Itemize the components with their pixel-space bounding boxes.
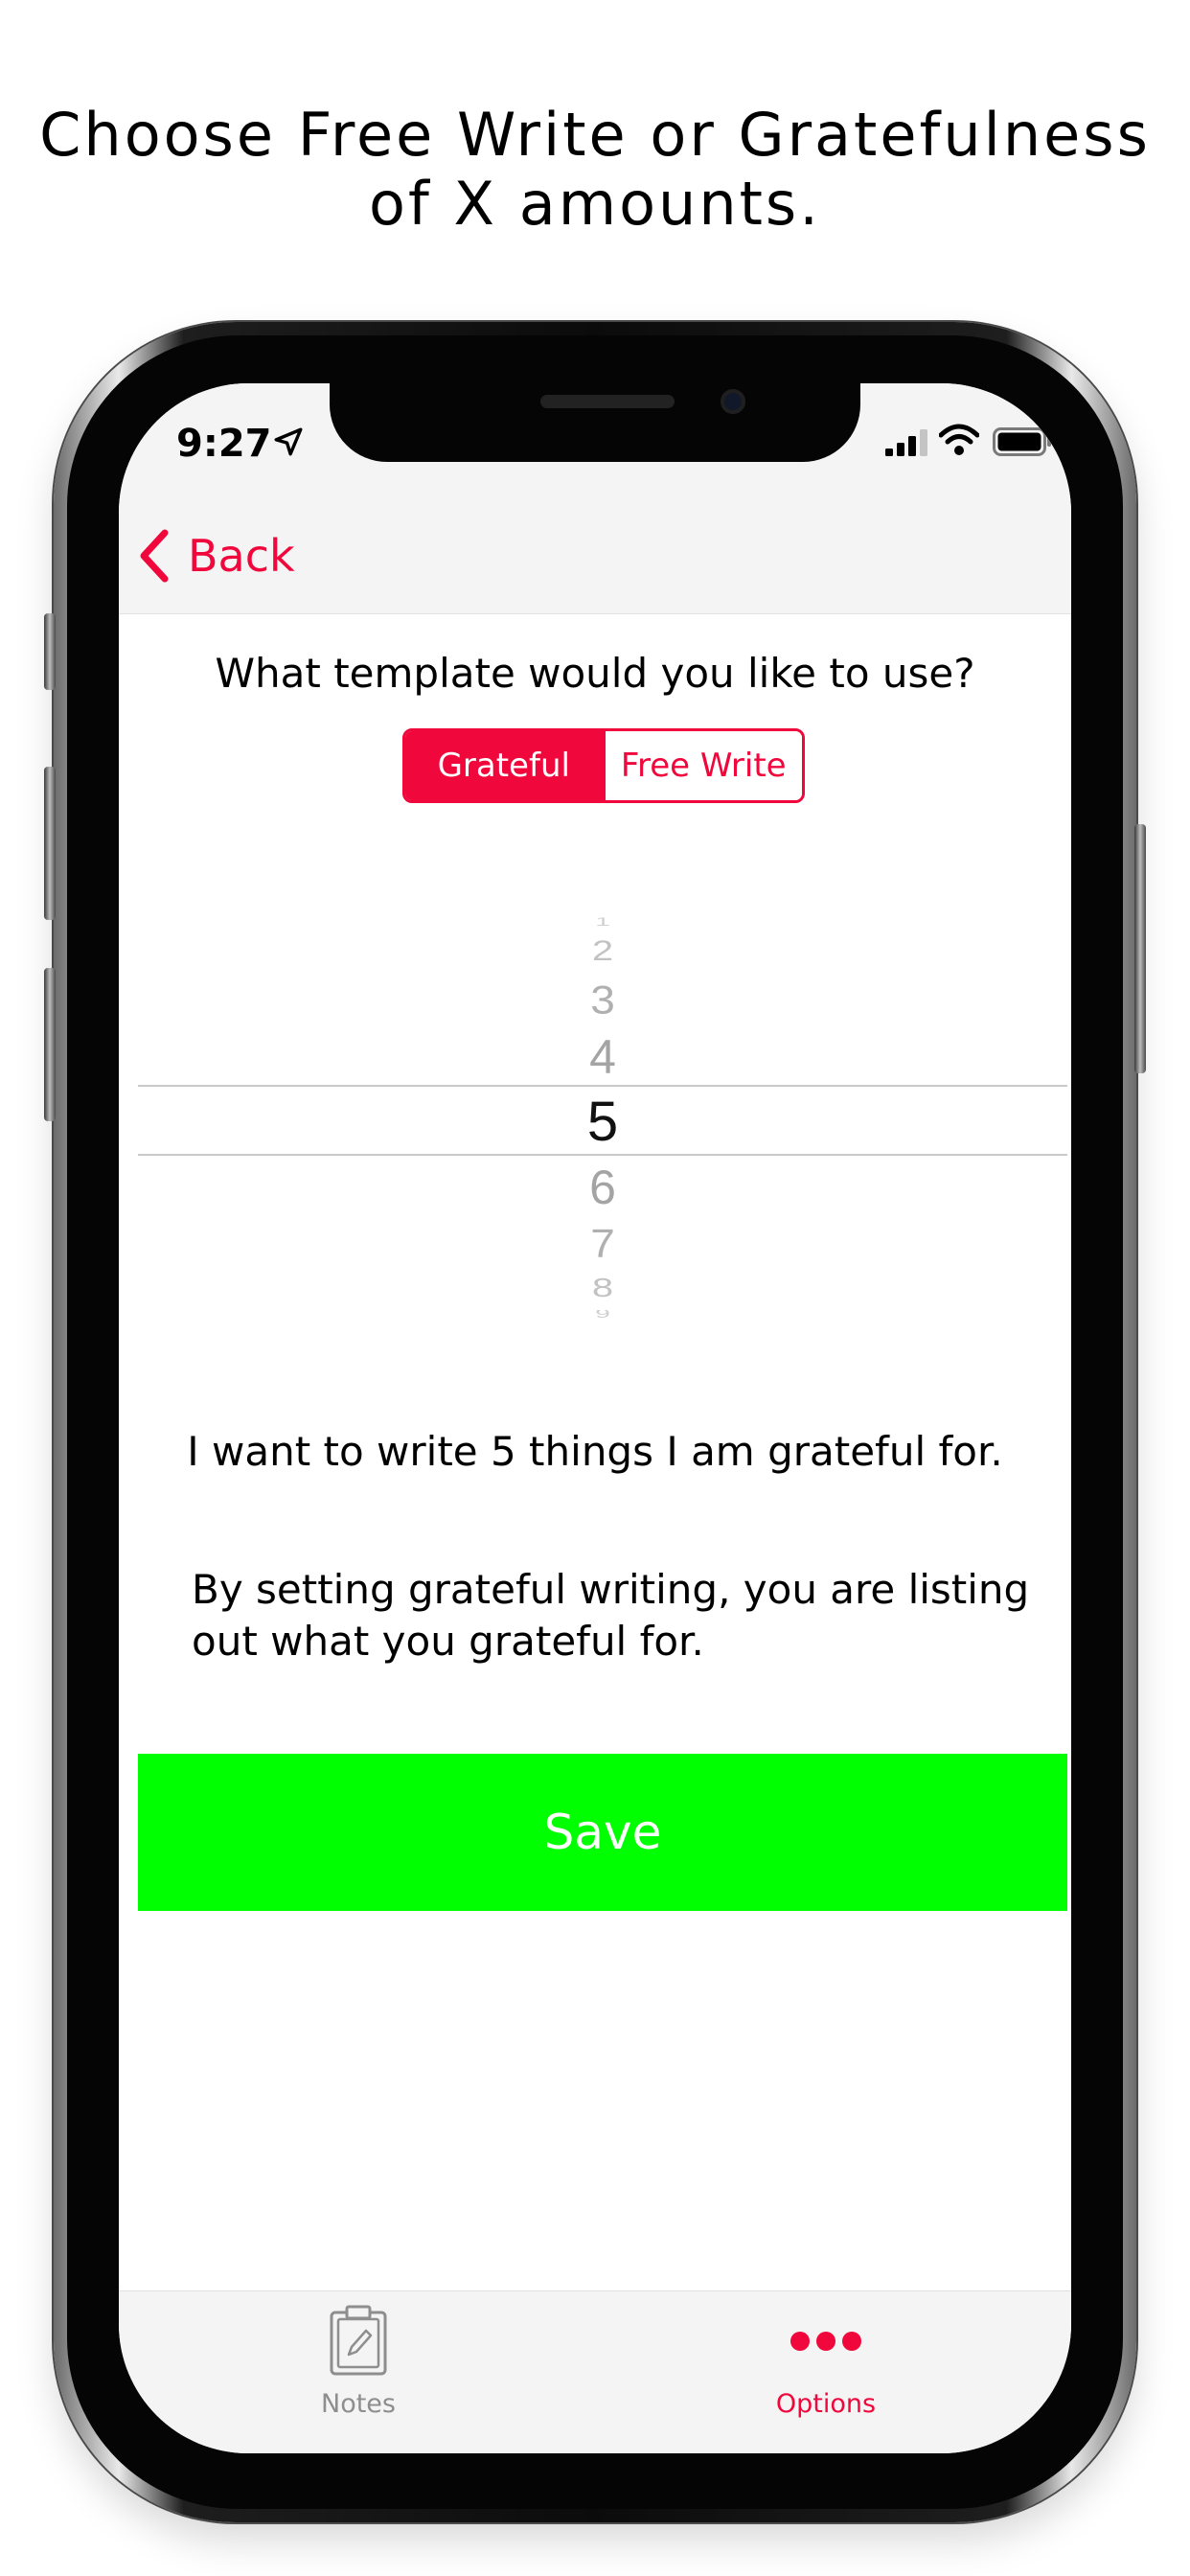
power-button <box>1134 824 1146 1073</box>
picker-option-3[interactable]: 3 <box>138 979 1067 1019</box>
template-segmented-control: Grateful Free Write <box>402 728 805 803</box>
earpiece-speaker <box>540 395 675 408</box>
promo-caption: Choose Free Write or Gratefulness of X a… <box>0 101 1190 239</box>
picker-option-4[interactable]: 4 <box>138 1033 1067 1081</box>
clipboard-icon <box>330 2305 387 2376</box>
picker-option-2[interactable]: 2 <box>138 936 1067 965</box>
summary-text: I want to write 5 things I am grateful f… <box>187 1428 1003 1475</box>
picker-selection-bottom-line <box>138 1154 1067 1156</box>
back-button-label: Back <box>188 530 295 582</box>
tab-options[interactable]: Options <box>682 2291 970 2435</box>
picker-option-7[interactable]: 7 <box>138 1223 1067 1262</box>
picker-option-5-selected[interactable]: 5 <box>138 1094 1067 1150</box>
tab-notes-icon-wrap <box>215 2305 502 2378</box>
tab-bar: Notes Options <box>119 2290 1071 2453</box>
more-dots-icon <box>790 2332 861 2351</box>
location-arrow-icon <box>274 427 303 456</box>
phone-screen: 9:27 Back What template would you like t… <box>119 383 1071 2453</box>
tab-notes[interactable]: Notes <box>215 2291 502 2435</box>
promo-caption-line-1: Choose Free Write or Gratefulness <box>39 100 1151 170</box>
picker-option-9[interactable]: 9 <box>138 1310 1067 1318</box>
navigation-bar: Back <box>119 498 1071 614</box>
back-button[interactable]: Back <box>134 521 295 590</box>
wifi-icon <box>939 424 979 455</box>
tab-notes-label: Notes <box>321 2389 396 2419</box>
template-question: What template would you like to use? <box>215 650 975 697</box>
silent-switch <box>44 613 56 690</box>
volume-down-button <box>44 968 56 1121</box>
count-picker[interactable]: 1 2 3 4 5 6 7 8 9 <box>138 901 1067 1342</box>
segment-free-write[interactable]: Free Write <box>602 731 802 800</box>
picker-option-8[interactable]: 8 <box>138 1275 1067 1301</box>
device-notch <box>330 383 860 462</box>
description-text: By setting grateful writing, you are lis… <box>192 1566 1030 1665</box>
segment-grateful[interactable]: Grateful <box>405 731 603 800</box>
volume-up-button <box>44 767 56 920</box>
picker-option-6[interactable]: 6 <box>138 1163 1067 1211</box>
tab-options-label: Options <box>775 2389 877 2419</box>
save-button[interactable]: Save <box>138 1754 1067 1911</box>
status-time: 9:27 <box>176 422 272 466</box>
chevron-left-icon <box>140 529 169 583</box>
battery-icon <box>993 427 1051 456</box>
front-camera <box>721 389 745 414</box>
picker-option-1[interactable]: 1 <box>138 918 1067 927</box>
picker-selection-top-line <box>138 1085 1067 1087</box>
promo-caption-line-2: of X amounts. <box>369 169 821 239</box>
tab-options-icon-wrap <box>682 2305 970 2378</box>
cellular-signal-icon <box>885 429 927 456</box>
